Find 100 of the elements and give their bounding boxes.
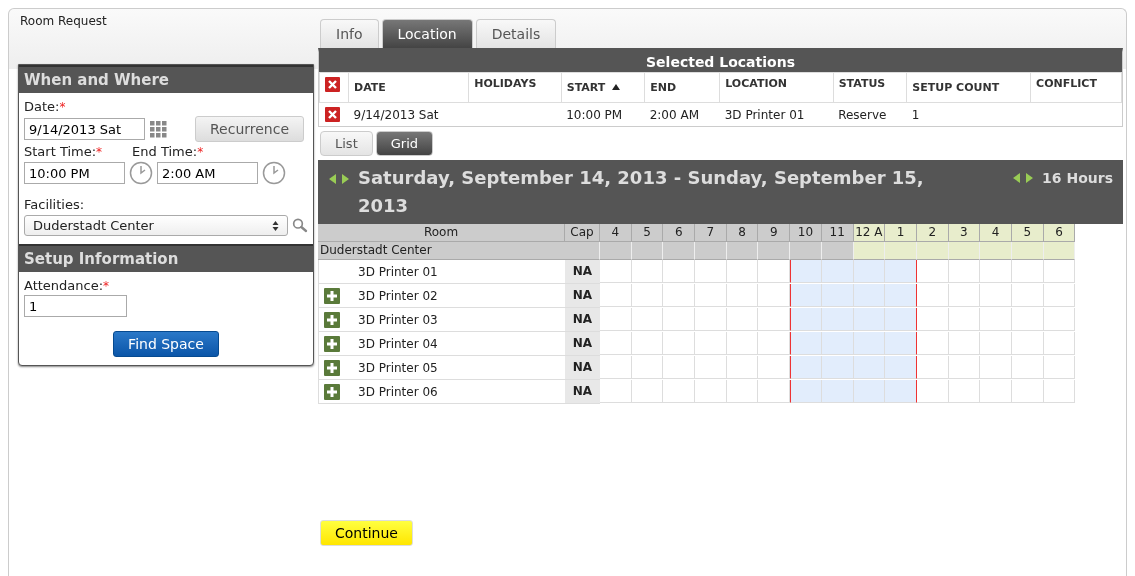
required-mark: * [59,100,66,114]
facility-band-cell [695,242,727,260]
room-name: 3D Printer 01 [358,264,438,279]
facility-row: Duderstadt Center [318,242,600,260]
hour-header: 4 [980,224,1012,242]
table-cell: 1 [911,107,920,122]
capacity-cell: NA [565,380,600,404]
section-header: When and Where [19,65,313,93]
hour-header: 3 [948,224,981,242]
tab[interactable]: Info [320,19,379,48]
add-icon[interactable] [324,359,340,376]
capacity-cell: NA [565,332,600,356]
view-tab[interactable]: Grid [375,131,434,156]
table-cell: 9/14/2013 Sat [353,107,439,122]
hour-header: 8 [726,224,759,242]
add-icon[interactable] [324,311,340,328]
capacity-cell: NA [565,308,600,332]
column-header[interactable]: END [644,72,720,103]
hour-header: 11 [821,224,854,242]
facility-band-cell [885,242,917,260]
table-cell: 2:00 AM [649,107,699,122]
room-name: 3D Printer 02 [358,288,438,303]
remove-all-icon[interactable] [325,77,340,92]
table-cell: 3D Printer 01 [724,107,805,122]
facility-band-cell [980,242,1012,260]
time-slot[interactable] [885,380,917,403]
column-header[interactable]: START [561,72,645,103]
table-cell: Reserve [838,107,887,122]
date-range-title: Saturday, September 14, 2013 - Sunday, September 15, 2013 [358,166,925,218]
column-header[interactable]: CONFLICT [1030,72,1122,103]
facility-band-cell [1043,242,1076,260]
add-icon[interactable] [324,335,340,352]
hour-header: 12 A [853,224,886,242]
clock-icon[interactable] [129,161,153,185]
column-header[interactable]: STATUS [833,72,907,103]
hour-header: 7 [695,224,727,242]
facility-band-cell [1011,242,1044,260]
prev-next-arrows-icon[interactable] [328,173,350,185]
date-field[interactable]: 9/14/2013 Sat [24,118,145,140]
facility-band-cell [790,242,822,260]
tab[interactable]: Location [381,19,473,48]
hour-header: 5 [1011,224,1044,242]
column-header: Cap [565,224,600,242]
capacity-cell: NA [565,356,600,380]
attendance-field[interactable]: 1 [24,295,127,317]
hour-header: 6 [1043,224,1076,242]
facility-band-cell [916,242,949,260]
add-icon[interactable] [324,383,340,400]
table-cell: 10:00 PM [566,107,623,122]
hour-header: 5 [631,224,664,242]
hours-span: 16 Hours [1042,170,1113,186]
sort-up-icon [611,83,622,91]
facility-band-cell [821,242,854,260]
page-title: Room Request [20,14,107,28]
facility-band-cell [853,242,886,260]
table-title: Selected Locations [319,52,1122,72]
required-mark: * [197,145,204,159]
attendance-label: Attendance: [24,278,104,293]
required-mark: * [103,279,110,293]
hour-header: 10 [790,224,822,242]
facility-band-cell [758,242,791,260]
required-mark: * [96,145,103,159]
facility-band-cell [663,242,696,260]
add-icon[interactable] [324,287,340,304]
clock-icon[interactable] [262,161,286,185]
remove-icon[interactable] [324,107,340,122]
capacity-cell: NA [565,260,600,284]
column-header[interactable]: LOCATION [719,72,834,103]
hour-header: 9 [758,224,791,242]
calendar-grid-icon[interactable] [149,120,167,138]
hour-header: 6 [663,224,696,242]
hour-header: 1 [885,224,917,242]
column-header[interactable]: HOLIDAYS [468,72,562,103]
time-slot[interactable] [885,284,917,307]
section-header: Setup Information [19,244,313,272]
facility-band-cell [948,242,981,260]
start-time-field[interactable]: 10:00 PM [24,162,125,184]
facility-band-cell [631,242,664,260]
column-header: Room [318,224,565,242]
continue-button[interactable]: Continue [320,520,413,546]
prev-next-arrows-icon[interactable] [1012,172,1035,184]
find-space-button[interactable]: Find Space [113,331,219,357]
time-slot[interactable] [885,356,917,379]
view-tab[interactable]: List [320,131,373,156]
hour-header: 2 [916,224,949,242]
end-time-field[interactable]: 2:00 AM [157,162,258,184]
facilities-dropdown[interactable]: Duderstadt Center [24,214,288,236]
recurrence-button[interactable]: Recurrence [195,116,305,142]
time-slot[interactable] [885,308,917,331]
date-label: Date: [24,99,60,114]
end-time-label: End Time: [132,144,198,159]
start-time-label: Start Time: [24,144,97,159]
time-slot[interactable] [885,260,917,283]
column-header[interactable]: DATE [348,72,469,103]
room-name: 3D Printer 05 [358,360,438,375]
room-name: 3D Printer 06 [358,384,438,399]
column-header[interactable]: SETUP COUNT [906,72,1031,103]
time-slot[interactable] [885,332,917,355]
tab[interactable]: Details [475,19,557,48]
room-name: 3D Printer 03 [358,312,438,327]
